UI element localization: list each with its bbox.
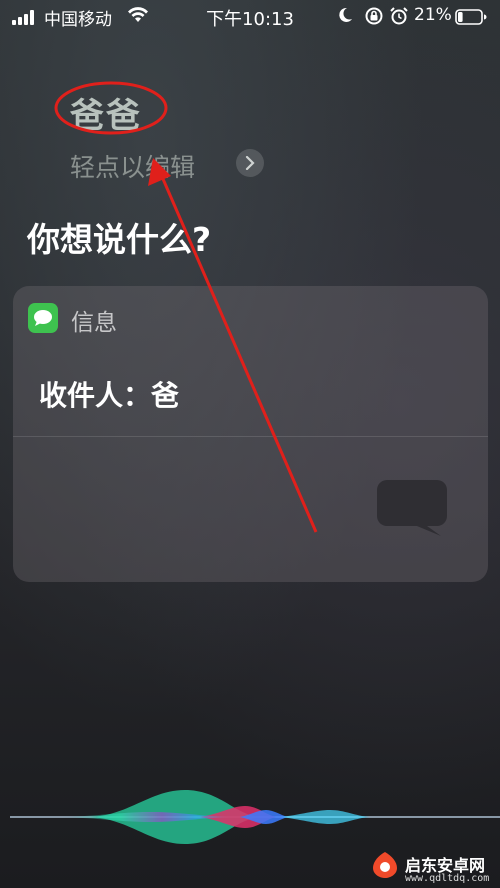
tap-to-edit-link[interactable]: 轻点以编辑 [70, 148, 195, 184]
siri-prompt: 你想说什么? [27, 220, 212, 259]
watermark-url: www.qdltdq.com [405, 873, 490, 884]
card-header: 信息 [13, 286, 488, 346]
chevron-right-icon[interactable] [236, 149, 264, 177]
recipient-field[interactable]: 收件人：爸 [39, 374, 179, 414]
moon-icon [339, 7, 352, 22]
siri-waveform [10, 790, 500, 844]
annotation-circle [54, 81, 168, 135]
battery-icon [455, 9, 487, 25]
messages-app-icon [28, 303, 58, 333]
message-card: 信息 收件人：爸 [13, 286, 488, 582]
alarm-icon [390, 7, 408, 25]
watermark-logo-icon [373, 852, 397, 878]
battery-percent: 21% [414, 5, 452, 25]
rotation-lock-icon [365, 7, 383, 25]
message-bubble-icon [377, 480, 447, 536]
app-name: 信息 [71, 310, 117, 336]
status-bar: 中国移动 下午10:13 21% [0, 0, 500, 34]
